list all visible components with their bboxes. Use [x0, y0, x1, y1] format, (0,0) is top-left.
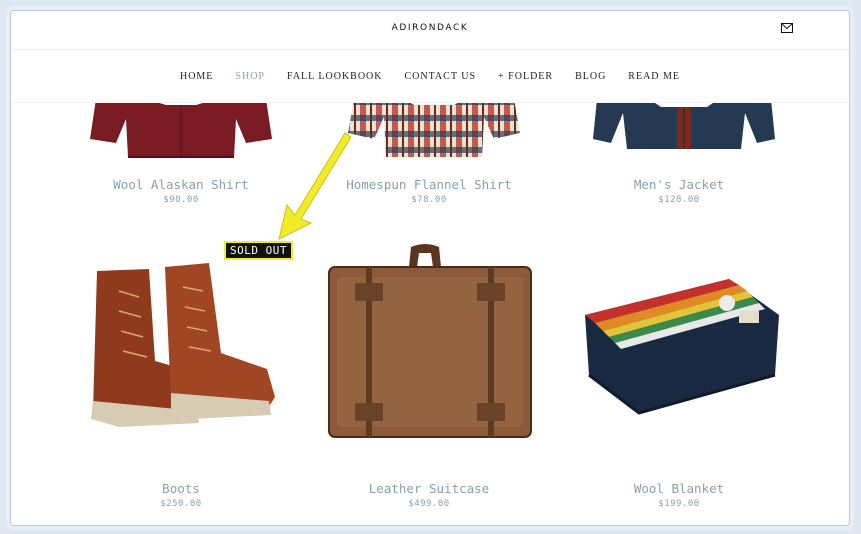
site-title[interactable]: ADIRONDACK: [11, 23, 849, 33]
product-name[interactable]: Wool Blanket: [549, 481, 809, 496]
product-price: $128.00: [658, 195, 700, 205]
nav-contact-us[interactable]: CONTACT US: [405, 71, 477, 82]
mail-icon[interactable]: [781, 23, 793, 33]
nav-folder[interactable]: + FOLDER: [498, 71, 553, 82]
main-navigation: HOME SHOP FALL LOOKBOOK CONTACT US + FOL…: [11, 50, 849, 103]
nav-blog[interactable]: BLOG: [575, 71, 606, 82]
product-image[interactable]: [325, 243, 535, 443]
product-card-leather-suitcase[interactable]: Leather Suitcase $499.00: [299, 241, 559, 511]
product-image[interactable]: [589, 99, 779, 151]
nav-read-me[interactable]: READ ME: [628, 71, 680, 82]
product-image[interactable]: [86, 99, 276, 159]
product-price: $199.00: [658, 499, 700, 509]
annotation-arrow-icon: [278, 132, 351, 240]
product-card-wool-blanket[interactable]: Wool Blanket $199.00: [549, 241, 809, 511]
browser-frame: Wool Alaskan Shirt $90.00 Homespun Flann…: [10, 10, 850, 526]
product-name[interactable]: Boots: [51, 481, 311, 496]
product-price: $250.00: [160, 499, 202, 509]
nav-home[interactable]: HOME: [180, 71, 213, 82]
product-card-boots[interactable]: Boots $250.00: [51, 241, 311, 511]
product-image[interactable]: [579, 275, 785, 415]
site-header: ADIRONDACK: [11, 11, 849, 50]
nav-fall-lookbook[interactable]: FALL LOOKBOOK: [287, 71, 383, 82]
product-price: $499.00: [408, 499, 450, 509]
product-name[interactable]: Leather Suitcase: [299, 481, 559, 496]
product-name[interactable]: Men's Jacket: [549, 177, 809, 192]
product-image[interactable]: [344, 99, 524, 159]
product-image[interactable]: [79, 261, 289, 431]
sold-out-badge: SOLD OUT: [224, 241, 293, 260]
nav-shop[interactable]: SHOP: [235, 71, 265, 82]
